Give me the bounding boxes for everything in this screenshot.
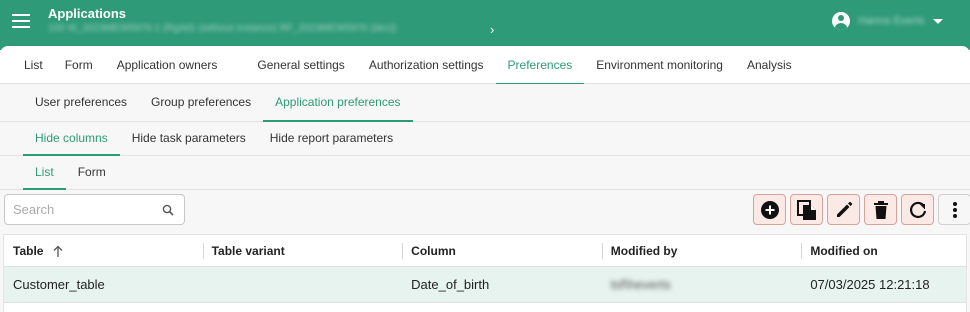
edit-button[interactable]: [827, 194, 860, 225]
view-tabs: List Form: [0, 156, 970, 190]
add-icon: [760, 200, 779, 219]
main-tabs: List Form Application owners General set…: [0, 46, 970, 85]
edit-icon: [836, 201, 852, 217]
data-table: Table Table variant Column Modified by M…: [3, 234, 967, 312]
delete-icon: [873, 200, 888, 219]
cell-modified-on: 07/03/2025 12:21:18: [810, 277, 930, 292]
tab-preferences[interactable]: Preferences: [495, 46, 585, 85]
cell-modified-by: tsf\heverts: [602, 267, 802, 302]
column-header-label: Table: [13, 243, 44, 258]
more-vertical-icon: [952, 201, 957, 218]
hamburger-menu-icon[interactable]: [12, 14, 30, 28]
tab-analysis[interactable]: Analysis: [735, 46, 804, 84]
user-name: Hanna Everts: [858, 15, 925, 27]
app-breadcrumb[interactable]: 100 W_2023MEW5976-1 (Rg4d1 (without inst…: [48, 23, 397, 34]
search-box: [4, 194, 185, 225]
sort-ascending-icon[interactable]: [53, 245, 63, 257]
search-icon[interactable]: [162, 204, 174, 216]
refresh-icon: [909, 201, 926, 218]
tab-application-owners[interactable]: Application owners: [107, 46, 246, 84]
tab-group-preferences[interactable]: Group preferences: [139, 84, 263, 121]
copy-button[interactable]: [790, 194, 823, 225]
list-toolbar-area: Table Table variant Column Modified by M…: [0, 190, 970, 312]
search-input[interactable]: [5, 195, 145, 224]
tab-authorization-settings[interactable]: Authorization settings: [357, 46, 496, 84]
copy-icon: [796, 199, 816, 220]
tab-view-form[interactable]: Form: [66, 156, 118, 189]
user-menu[interactable]: Hanna Everts: [832, 12, 943, 30]
app-title: Applications: [48, 6, 127, 21]
action-buttons: [753, 194, 970, 225]
add-button[interactable]: [753, 194, 786, 225]
column-header-modified-by[interactable]: Modified by: [601, 235, 802, 266]
tab-hide-columns[interactable]: Hide columns: [23, 122, 120, 156]
chevron-right-icon[interactable]: ›: [490, 22, 494, 37]
table-header: Table Table variant Column Modified by M…: [4, 235, 966, 267]
column-header-table-variant[interactable]: Table variant: [202, 235, 403, 266]
tab-hide-report-parameters[interactable]: Hide report parameters: [258, 122, 405, 155]
more-options-button[interactable]: [938, 194, 970, 225]
hide-tabs: Hide columns Hide task parameters Hide r…: [0, 122, 970, 156]
delete-button[interactable]: [864, 194, 897, 225]
account-icon: [832, 12, 850, 30]
tab-view-list[interactable]: List: [23, 156, 66, 190]
table-row[interactable]: Customer_table Date_of_birth tsf\heverts…: [4, 267, 966, 303]
tab-environment-monitoring[interactable]: Environment monitoring: [584, 46, 735, 84]
refresh-button[interactable]: [901, 194, 934, 225]
tab-user-preferences[interactable]: User preferences: [23, 84, 139, 121]
tab-form[interactable]: Form: [53, 46, 107, 84]
column-header-table[interactable]: Table: [4, 235, 203, 266]
caret-down-icon: [932, 18, 943, 24]
column-header-column[interactable]: Column: [402, 235, 602, 266]
tab-list[interactable]: List: [14, 46, 53, 84]
tab-general-settings[interactable]: General settings: [245, 46, 356, 84]
preference-tabs: User preferences Group preferences Appli…: [0, 84, 970, 122]
column-header-modified-on[interactable]: Modified on: [801, 235, 966, 266]
content-panel: List Form Application owners General set…: [0, 46, 970, 312]
cell-table-variant: [203, 267, 403, 302]
modified-by-value: tsf\heverts: [610, 277, 671, 292]
tab-application-preferences[interactable]: Application preferences: [263, 84, 413, 122]
tab-hide-task-parameters[interactable]: Hide task parameters: [120, 122, 258, 155]
cell-table: Customer_table: [13, 277, 105, 292]
cell-column: Date_of_birth: [411, 277, 490, 292]
app-header: Applications 100 W_2023MEW5976-1 (Rg4d1 …: [0, 0, 970, 50]
